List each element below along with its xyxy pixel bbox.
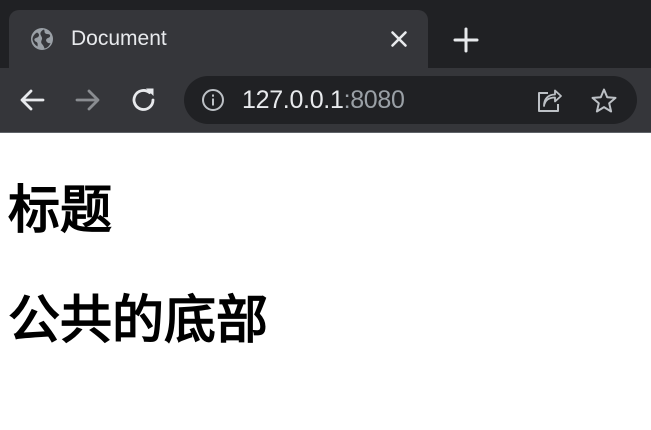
tab-title: Document	[71, 27, 167, 50]
arrow-right-icon[interactable]	[72, 84, 104, 116]
browser-window: Document 127.0.0.1:8080 标题 公共的底部	[0, 0, 651, 430]
address-bar[interactable]: 127.0.0.1:8080	[184, 76, 637, 124]
globe-icon	[30, 27, 54, 51]
page-title: 标题	[8, 181, 113, 241]
page-content: 标题 公共的底部	[0, 133, 651, 430]
footer-heading: 公共的底部	[8, 291, 269, 351]
share-icon[interactable]	[535, 87, 563, 115]
star-icon[interactable]	[590, 87, 618, 115]
reload-icon[interactable]	[128, 84, 160, 116]
tab-document[interactable]: Document	[9, 10, 428, 68]
arrow-left-icon[interactable]	[16, 84, 48, 116]
close-icon[interactable]	[387, 27, 411, 51]
tab-strip: Document	[0, 0, 651, 68]
url-port: :8080	[343, 86, 405, 114]
url-host: 127.0.0.1	[242, 86, 344, 114]
url-text[interactable]: 127.0.0.1:8080	[242, 85, 405, 115]
toolbar: 127.0.0.1:8080	[0, 68, 651, 132]
info-icon[interactable]	[201, 88, 225, 112]
plus-icon[interactable]	[452, 26, 480, 54]
